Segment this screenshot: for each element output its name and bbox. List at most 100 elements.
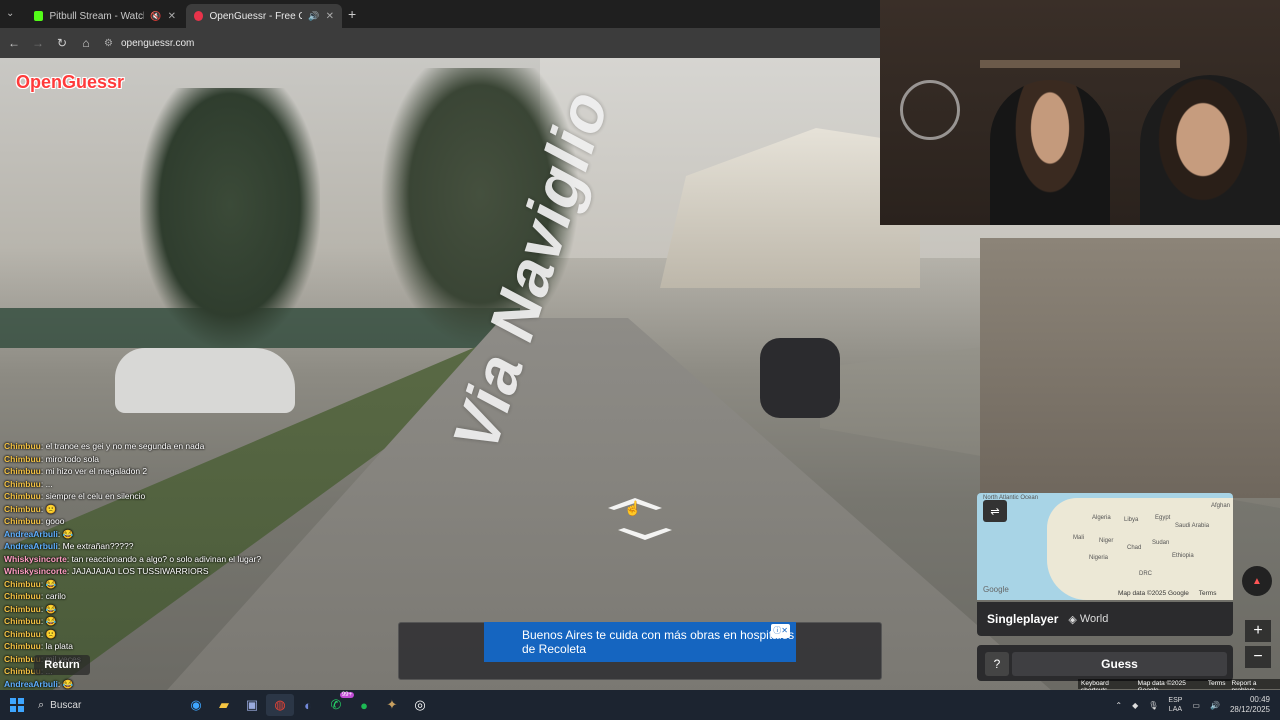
discord-icon[interactable]: ◐ bbox=[294, 694, 322, 716]
map-label: Ethiopia bbox=[1172, 553, 1194, 559]
close-tab-icon[interactable]: ✕ bbox=[326, 11, 334, 22]
clock[interactable]: 00:49 28/12/2025 bbox=[1230, 695, 1270, 715]
edge-icon[interactable]: ◉ bbox=[182, 694, 210, 716]
obs-icon[interactable]: ◎ bbox=[406, 694, 434, 716]
network-icon[interactable]: ▭ bbox=[1192, 701, 1200, 710]
volume-icon[interactable]: 🔊 bbox=[1210, 701, 1220, 710]
zoom-in-button[interactable]: + bbox=[1245, 620, 1271, 642]
map-label: Mali bbox=[1073, 535, 1085, 541]
white-car bbox=[115, 348, 295, 413]
ad-banner[interactable]: ⓘ✕ Buenos Aires te cuida con más obras e… bbox=[484, 622, 796, 662]
chat-message: Chimbuu: gooo bbox=[4, 515, 324, 528]
close-tab-icon[interactable]: ✕ bbox=[168, 11, 176, 22]
stream-chat: Chimbuu: el tranoe es gei y no me segund… bbox=[4, 440, 324, 690]
store-icon[interactable]: ▣ bbox=[238, 694, 266, 716]
chat-text: la plata bbox=[45, 641, 73, 651]
chat-text: 😂 bbox=[45, 603, 57, 614]
tab-list-chevron-icon[interactable]: ⌄ bbox=[6, 8, 14, 19]
language-indicator[interactable]: ESP LAA bbox=[1168, 696, 1182, 714]
address-bar: ← → ↻ ⌂ ⚙ openguessr.com bbox=[0, 28, 880, 58]
ad-info-icon[interactable]: ⓘ✕ bbox=[771, 624, 790, 638]
chat-text: siempre el celu en silencio bbox=[45, 491, 146, 501]
terms-link[interactable]: Terms bbox=[1208, 680, 1226, 688]
map-label: Saudi Arabia bbox=[1175, 523, 1210, 529]
move-backward-arrow-icon[interactable] bbox=[618, 526, 672, 544]
chat-message: Chimbuu: 🙁 bbox=[4, 503, 324, 516]
streamer-webcam bbox=[880, 0, 1280, 225]
tab-openguessr[interactable]: OpenGuessr - Free GeoGue 🔊 ✕ bbox=[186, 4, 342, 28]
chat-text: 😂 bbox=[45, 616, 57, 626]
chat-message: Chimbuu: 😂 bbox=[4, 603, 324, 616]
chat-text: miro todo sola bbox=[45, 453, 99, 464]
map-footer-links: Keyboard shortcuts Map data ©2025 Google… bbox=[1078, 679, 1280, 694]
guess-button[interactable]: Guess bbox=[1012, 652, 1227, 676]
chat-message: Chimbuu: carilo bbox=[4, 590, 324, 603]
report-problem-link[interactable]: Report a problem bbox=[1232, 680, 1277, 694]
map-label: DRC bbox=[1139, 571, 1152, 577]
muted-speaker-icon[interactable]: 🔇 bbox=[150, 11, 161, 22]
map-label: Algeria bbox=[1092, 515, 1111, 521]
google-logo: Google bbox=[983, 585, 1009, 594]
chat-username: Chimbuu bbox=[4, 616, 41, 626]
file-explorer-icon[interactable]: ▰ bbox=[210, 694, 238, 716]
help-button[interactable]: ? bbox=[985, 652, 1009, 676]
chat-message: Chimbuu: siempre el celu en silencio bbox=[4, 490, 324, 503]
chat-text: mi hizo ver el megaladon 2 bbox=[45, 466, 148, 476]
chat-username: Chimbuu bbox=[4, 628, 41, 639]
chat-text: Me extrañan????? bbox=[62, 541, 134, 551]
taskbar-search[interactable]: ⌕ Buscar bbox=[38, 694, 182, 716]
tray-chevron-icon[interactable]: ⌃ bbox=[1115, 701, 1122, 710]
openguessr-favicon-icon bbox=[194, 11, 204, 21]
chat-message: Chimbuu: la plata bbox=[4, 640, 324, 653]
openguessr-logo[interactable]: OpenGuessr bbox=[16, 72, 124, 93]
chat-text: 😂 bbox=[45, 578, 57, 589]
game-app-icon[interactable]: ✦ bbox=[378, 694, 406, 716]
chat-username: Whiskysincorte bbox=[4, 566, 67, 576]
map-label: Niger bbox=[1099, 538, 1114, 544]
home-icon[interactable]: ⌂ bbox=[74, 36, 98, 50]
chrome-icon[interactable]: ◍ bbox=[266, 694, 294, 716]
chat-username: Chimbuu bbox=[4, 516, 41, 526]
chat-message: AndreaArbuli: Me extrañan????? bbox=[4, 540, 324, 553]
tab-pitbull-stream[interactable]: Pitbull Stream - Watch Live 🔇 ✕ bbox=[26, 4, 184, 28]
system-tray: ⌃ ◆ 🎙 ESP LAA ▭ 🔊 00:49 28/12/2025 bbox=[1115, 690, 1270, 720]
chat-text: 🙁 bbox=[45, 628, 57, 639]
chat-text: ... bbox=[45, 478, 53, 489]
map-type-selector[interactable]: ◈ World bbox=[1068, 613, 1108, 626]
whatsapp-icon[interactable]: ✆ 99+ bbox=[322, 692, 354, 716]
chat-message: Chimbuu: 😂 bbox=[4, 615, 324, 628]
chat-message: Chimbuu: el tranoe es gei y no me segund… bbox=[4, 440, 324, 453]
spotify-icon[interactable]: ● bbox=[350, 694, 378, 716]
hand-cursor-icon: ☝ bbox=[624, 500, 642, 516]
mode-bar: Singleplayer ◈ World bbox=[977, 602, 1233, 636]
chat-username: Chimbuu bbox=[4, 491, 41, 501]
site-info-icon[interactable]: ⚙ bbox=[104, 38, 113, 49]
back-arrow-icon[interactable]: ← bbox=[2, 36, 26, 50]
chat-username: Chimbuu bbox=[4, 441, 41, 451]
chat-text: 🙁 bbox=[45, 503, 57, 514]
compass-icon[interactable]: ▲ bbox=[1242, 566, 1272, 596]
streamer-person bbox=[990, 80, 1110, 225]
keyboard-shortcuts-link[interactable]: Keyboard shortcuts bbox=[1081, 680, 1132, 694]
forward-arrow-icon[interactable]: → bbox=[26, 36, 50, 50]
chat-message: Chimbuu: ... bbox=[4, 478, 324, 491]
return-button[interactable]: Return bbox=[34, 655, 90, 675]
map-settings-icon[interactable]: ⇌ bbox=[983, 500, 1007, 522]
microphone-icon[interactable]: 🎙 bbox=[1148, 701, 1158, 710]
kick-icon bbox=[34, 11, 44, 21]
tray-app-icon[interactable]: ◆ bbox=[1132, 701, 1138, 710]
map-terms-link[interactable]: Terms bbox=[1199, 590, 1217, 597]
zoom-out-button[interactable]: − bbox=[1245, 646, 1271, 668]
windows-start-icon[interactable] bbox=[0, 698, 34, 712]
reload-icon[interactable]: ↻ bbox=[50, 36, 74, 50]
chat-message: Chimbuu: miro todo sola bbox=[4, 453, 324, 466]
map-label: Sudan bbox=[1152, 540, 1170, 546]
chat-username: Chimbuu bbox=[4, 503, 41, 514]
map-attribution: Map data ©2025 Google Terms bbox=[1118, 590, 1217, 597]
speaker-icon[interactable]: 🔊 bbox=[308, 11, 319, 22]
url-field[interactable]: ⚙ openguessr.com bbox=[104, 38, 194, 49]
chat-username: Chimbuu bbox=[4, 591, 41, 601]
new-tab-plus-icon[interactable]: + bbox=[348, 6, 356, 22]
guess-minimap[interactable]: North Atlantic Ocean Algeria Libya Egypt… bbox=[977, 493, 1233, 600]
chat-username: AndreaArbuli bbox=[4, 678, 58, 689]
